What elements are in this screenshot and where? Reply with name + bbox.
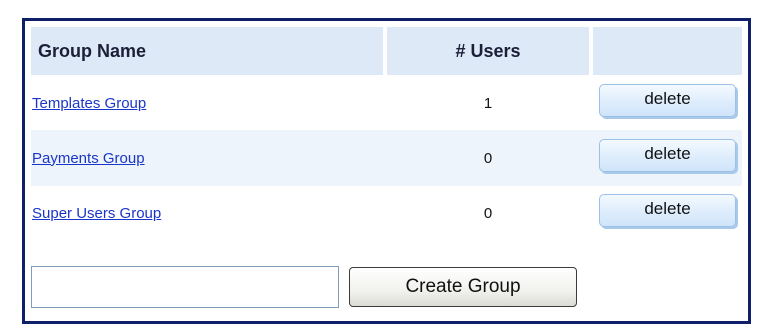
- table-row: Payments Group 0 delete: [31, 130, 742, 186]
- action-cell: delete: [593, 186, 742, 240]
- create-group-button[interactable]: Create Group: [349, 267, 577, 307]
- user-count: 0: [387, 130, 589, 186]
- group-name-cell: Templates Group: [31, 77, 383, 130]
- header-group-name: Group Name: [31, 27, 383, 75]
- delete-button[interactable]: delete: [599, 193, 736, 227]
- group-link-templates[interactable]: Templates Group: [32, 95, 146, 112]
- action-cell: delete: [593, 77, 742, 130]
- new-group-name-input[interactable]: [31, 266, 339, 308]
- delete-button[interactable]: delete: [599, 84, 736, 117]
- groups-panel: Group Name # Users Templates Group 1 del…: [22, 18, 751, 324]
- table-header-row: Group Name # Users: [31, 27, 742, 75]
- group-name-cell: Super Users Group: [31, 186, 383, 240]
- user-count: 1: [483, 95, 493, 112]
- header-users: # Users: [387, 27, 589, 75]
- delete-button[interactable]: delete: [599, 138, 736, 172]
- table-row: Super Users Group 0 delete: [31, 186, 742, 240]
- group-name-cell: Payments Group: [31, 130, 383, 186]
- group-link-super-users[interactable]: Super Users Group: [32, 205, 161, 222]
- table-row: Templates Group 1 delete: [31, 77, 742, 130]
- group-link-payments[interactable]: Payments Group: [32, 150, 145, 167]
- action-cell: delete: [593, 130, 742, 186]
- header-actions: [593, 27, 742, 75]
- user-count: 0: [483, 204, 493, 222]
